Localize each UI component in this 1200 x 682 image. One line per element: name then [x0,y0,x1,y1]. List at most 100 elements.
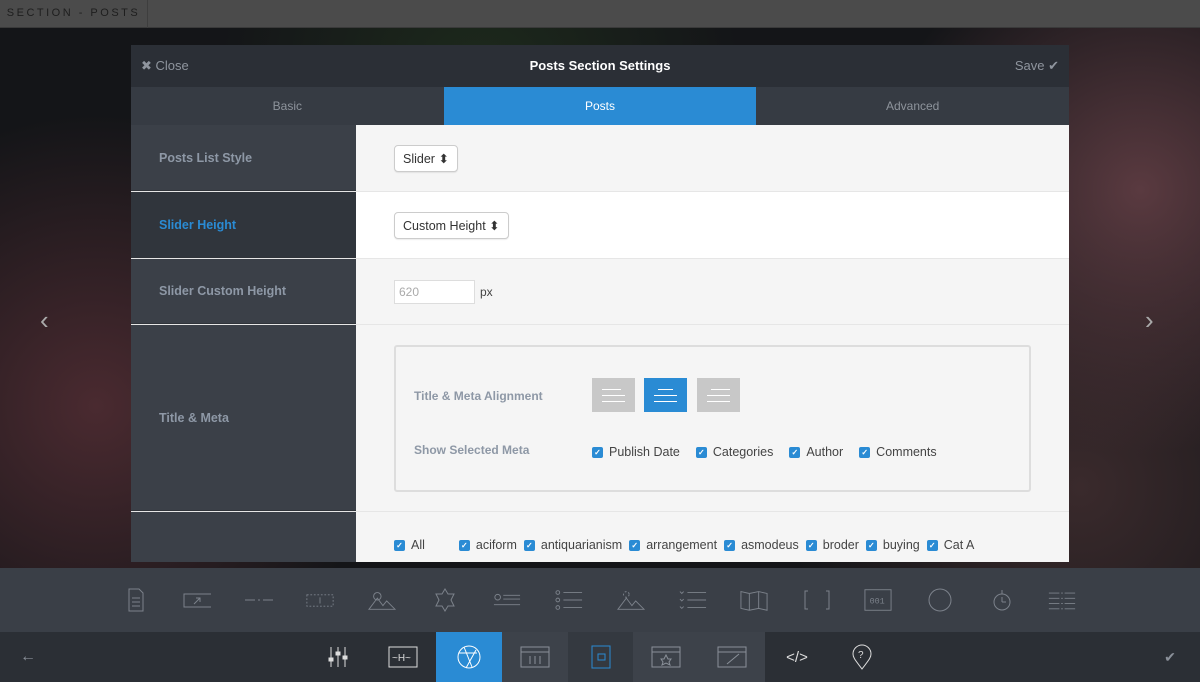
category-checkbox[interactable]: ✓ aciform [458,538,517,552]
help-pin-icon: ? [852,644,872,670]
category-checkbox[interactable]: ✓ buying [865,538,920,552]
checkbox-label: Categories [712,445,774,459]
code-icon[interactable]: </> [764,632,830,682]
category-all-checkbox[interactable]: ✓ All [394,538,425,552]
slider-height-select[interactable]: Custom Height ⬍ [394,211,509,239]
save-button[interactable]: Save ✔ [1015,58,1059,74]
checkbox-label: asmodeus [741,538,799,552]
posts-list-style-select[interactable]: Slider ⬍ [394,144,458,172]
svg-text:~H~: ~H~ [392,653,411,664]
spacer-icon[interactable] [306,588,334,612]
settings-sliders-button[interactable] [305,632,371,682]
theme-button[interactable] [436,632,502,682]
gallery-icon[interactable] [617,588,645,612]
tab-advanced[interactable]: Advanced [756,87,1069,125]
magic-wand-icon [717,646,747,668]
bottom-toolbar: ← ~H~ </> ? ✔ [0,632,1200,682]
back-arrow-icon[interactable]: ← [0,632,56,682]
unit-label: px [480,284,493,299]
custom-height-input[interactable]: 620 [394,279,475,304]
tab-basic[interactable]: Basic [131,87,444,125]
checklist-icon[interactable] [679,588,707,612]
document-icon[interactable] [122,588,150,612]
next-slide-icon[interactable]: › [1145,305,1154,336]
confirm-check-icon[interactable]: ✔ [1140,632,1200,682]
counter-icon[interactable]: 001 [864,588,892,612]
select-value: Custom Height [403,218,486,233]
tabs-list-icon[interactable] [1048,588,1076,612]
close-label: Close [155,58,189,73]
checkbox-label: aciform [475,538,517,552]
modal-title: Posts Section Settings [529,58,671,73]
row-posts-list-style: Posts List Style Slider ⬍ [131,125,1069,192]
svg-text:?: ? [858,650,864,661]
category-checkbox[interactable]: ✓ asmodeus [724,538,799,552]
tab-posts[interactable]: Posts [443,87,757,125]
divider-icon[interactable] [245,588,273,612]
image-icon[interactable] [368,588,396,612]
circle-icon[interactable] [926,588,954,612]
category-checkbox[interactable]: ✓ antiquarianism [523,538,623,552]
align-left-button[interactable] [592,377,635,412]
sliders-icon [328,647,348,667]
list-icon[interactable] [555,588,583,612]
row-slider-height: Slider Height Custom Height ⬍ [131,192,1069,259]
checkbox-label: broder [822,538,859,552]
star-icon[interactable] [431,588,459,612]
alignment-label: Title & Meta Alignment [414,388,543,403]
star-window-icon [651,646,681,668]
meta-author-checkbox[interactable]: ✓ Author [789,445,843,459]
effects-button[interactable] [699,632,765,682]
checkbox-label: Cat A [943,538,975,552]
align-center-button[interactable] [644,377,687,412]
close-icon: ✖ [141,58,152,73]
columns-icon [520,646,550,668]
modal-header: ✖ Close Posts Section Settings Save ✔ [131,45,1069,87]
align-right-button[interactable] [697,377,740,412]
layout-icon [591,645,611,669]
feature-list-icon[interactable] [493,588,521,612]
meta-comments-checkbox[interactable]: ✓ Comments [859,445,937,459]
meta-publish-date-checkbox[interactable]: ✓ Publish Date [592,445,680,459]
image-link-icon[interactable] [183,588,211,612]
map-icon[interactable] [740,588,768,612]
category-checkbox[interactable]: ✓ Cat A [926,538,975,552]
timer-icon[interactable] [988,588,1016,612]
header-button[interactable]: ~H~ [370,632,436,682]
row-label: Title & Meta [131,325,356,511]
checkbox-label: Comments [876,445,937,459]
layout-button[interactable] [568,632,634,682]
section-label: SECTION - POSTS [0,0,148,28]
checkbox-label: arrangement [646,538,718,552]
row-categories: ✓ All ✓ aciform ✓ antiquarianism ✓ arrangeme… [131,512,1069,562]
select-value: Slider [403,151,435,166]
checkbox-label: buying [882,538,920,552]
check-icon: ✔ [1048,58,1059,73]
aperture-icon [457,645,481,669]
meta-categories-checkbox[interactable]: ✓ Categories [695,445,774,459]
row-title-meta: Title & Meta Title & Meta Alignment Show… [131,325,1069,512]
featured-button[interactable] [633,632,699,682]
checkbox-label: Author [806,445,844,459]
title-meta-box: Title & Meta Alignment Show Selected Met… [394,344,1031,492]
help-button[interactable]: ? [829,632,895,682]
columns-button[interactable] [502,632,568,682]
close-button[interactable]: ✖ Close [141,58,189,74]
prev-slide-icon[interactable]: ‹ [40,305,49,336]
row-label: Slider Custom Height [131,259,356,324]
element-icon-bar: 001 [0,568,1200,632]
svg-text:001: 001 [870,597,885,607]
top-bar: SECTION - POSTS [0,0,1200,28]
category-checkbox[interactable]: ✓ broder [805,538,859,552]
meta-label: Show Selected Meta [414,442,530,457]
settings-modal: ✖ Close Posts Section Settings Save ✔ Ba… [131,45,1069,562]
row-label-empty [131,512,356,562]
shortcode-icon[interactable] [803,588,831,612]
checkbox-label: All [411,538,425,552]
checkbox-label: antiquarianism [540,538,623,552]
header-icon: ~H~ [388,646,418,668]
category-checkbox[interactable]: ✓ arrangement [629,538,717,552]
save-label: Save [1014,58,1045,73]
row-slider-custom-height: Slider Custom Height 620 px [131,259,1069,325]
checkbox-label: Publish Date [609,445,680,459]
